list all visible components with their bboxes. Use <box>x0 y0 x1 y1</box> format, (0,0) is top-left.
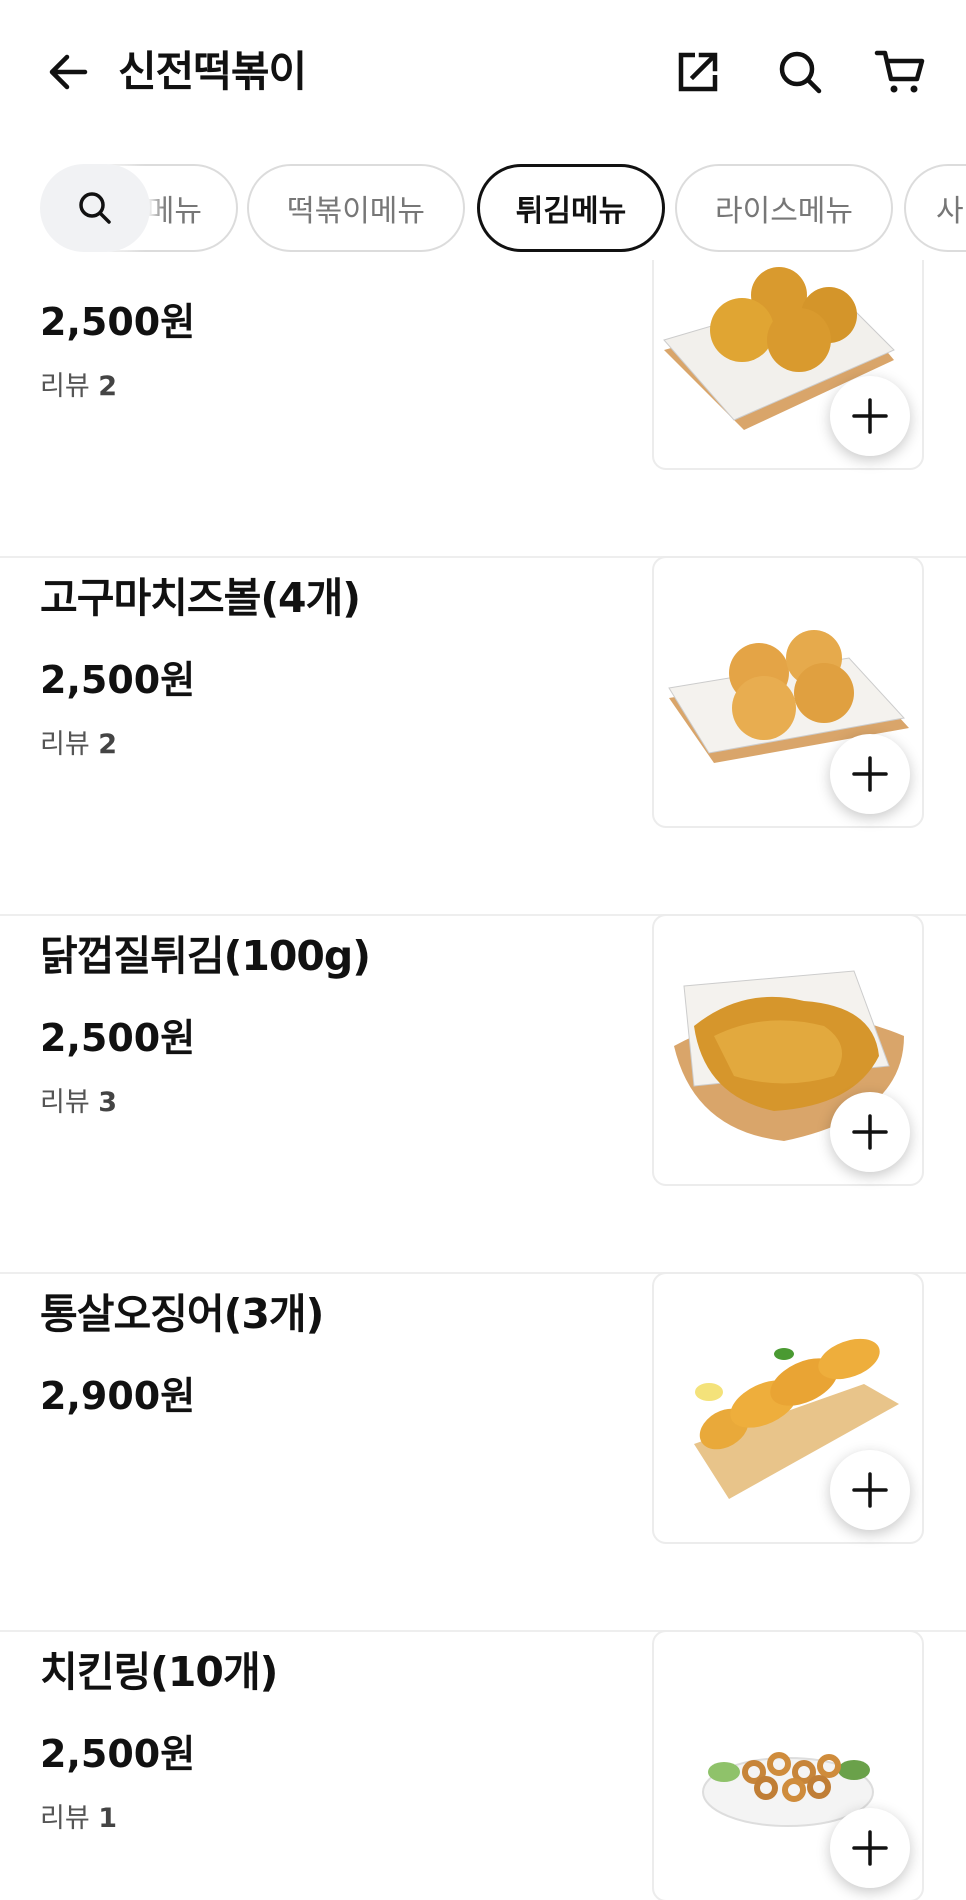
page-title: 신전떡볶이 <box>118 47 307 96</box>
menu-item-reviews: 리뷰 2 <box>40 367 117 407</box>
add-to-cart-button[interactable] <box>830 1092 910 1172</box>
cart-icon <box>874 50 925 93</box>
review-label: 리뷰 <box>40 1803 90 1834</box>
search-icon <box>79 192 111 224</box>
menu-item-price: 2,500원 <box>40 658 196 702</box>
plus-icon <box>852 398 888 434</box>
menu-item-image[interactable] <box>652 260 924 470</box>
back-button[interactable] <box>40 44 96 100</box>
menu-item-price: 2,500원 <box>40 1016 196 1060</box>
category-tab-bar: 메뉴 떡볶이메뉴 튀김메뉴 라이스메뉴 사 <box>0 160 966 256</box>
cart-button[interactable] <box>872 44 928 100</box>
menu-item-name: 치킨링(10개) <box>40 1648 278 1696</box>
review-count: 2 <box>98 371 118 402</box>
menu-item-image[interactable] <box>652 556 924 828</box>
menu-item-reviews: 리뷰 1 <box>40 1799 117 1839</box>
tab-fried-menu[interactable]: 튀김메뉴 <box>477 164 665 252</box>
menu-item-name: 크림치즈볼(4개) <box>40 260 324 268</box>
app-header: 신전떡볶이 <box>0 0 966 145</box>
tab-side-menu[interactable]: 사 <box>904 164 966 252</box>
menu-item[interactable]: 닭껍질튀김(100g) 2,500원 리뷰 3 <box>0 914 966 1274</box>
menu-item[interactable]: 치킨링(10개) 2,500원 리뷰 1 <box>0 1630 966 1900</box>
category-search-button[interactable] <box>40 164 150 252</box>
add-to-cart-button[interactable] <box>830 734 910 814</box>
plus-icon <box>852 1830 888 1866</box>
plus-icon <box>852 756 888 792</box>
add-to-cart-button[interactable] <box>830 1808 910 1888</box>
review-label: 리뷰 <box>40 1087 90 1118</box>
menu-item-name: 통살오징어(3개) <box>40 1290 324 1338</box>
search-icon <box>779 51 822 94</box>
menu-item-image[interactable] <box>652 914 924 1186</box>
menu-item[interactable]: 통살오징어(3개) 2,900원 <box>0 1272 966 1632</box>
review-count: 2 <box>98 729 118 760</box>
plus-icon <box>852 1472 888 1508</box>
menu-item-price: 2,900원 <box>40 1374 196 1418</box>
add-to-cart-button[interactable] <box>830 376 910 456</box>
menu-item-reviews: 리뷰 2 <box>40 725 117 765</box>
share-button[interactable] <box>670 44 726 100</box>
menu-item[interactable]: 크림치즈볼(4개) 2,500원 리뷰 2 <box>0 260 966 558</box>
search-button[interactable] <box>772 44 828 100</box>
menu-item-price: 2,500원 <box>40 1732 196 1776</box>
add-to-cart-button[interactable] <box>830 1450 910 1530</box>
menu-item-image[interactable] <box>652 1272 924 1544</box>
menu-item-price: 2,500원 <box>40 300 196 344</box>
menu-item-image[interactable] <box>652 1630 924 1900</box>
review-label: 리뷰 <box>40 371 90 402</box>
review-count: 3 <box>98 1087 118 1118</box>
review-count: 1 <box>98 1803 118 1834</box>
share-icon <box>678 52 718 92</box>
tab-rice-menu[interactable]: 라이스메뉴 <box>675 164 893 252</box>
menu-item[interactable]: 고구마치즈볼(4개) 2,500원 리뷰 2 <box>0 556 966 916</box>
menu-item-reviews: 리뷰 3 <box>40 1083 117 1123</box>
menu-list: 크림치즈볼(4개) 2,500원 리뷰 2 고구마치즈볼(4개) 2, <box>0 260 966 1900</box>
menu-item-name: 고구마치즈볼(4개) <box>40 574 361 622</box>
review-label: 리뷰 <box>40 729 90 760</box>
menu-item-name: 닭껍질튀김(100g) <box>40 932 371 980</box>
tab-tteokbokki-menu[interactable]: 떡볶이메뉴 <box>247 164 465 252</box>
plus-icon <box>852 1114 888 1150</box>
arrow-left-icon <box>49 54 88 90</box>
